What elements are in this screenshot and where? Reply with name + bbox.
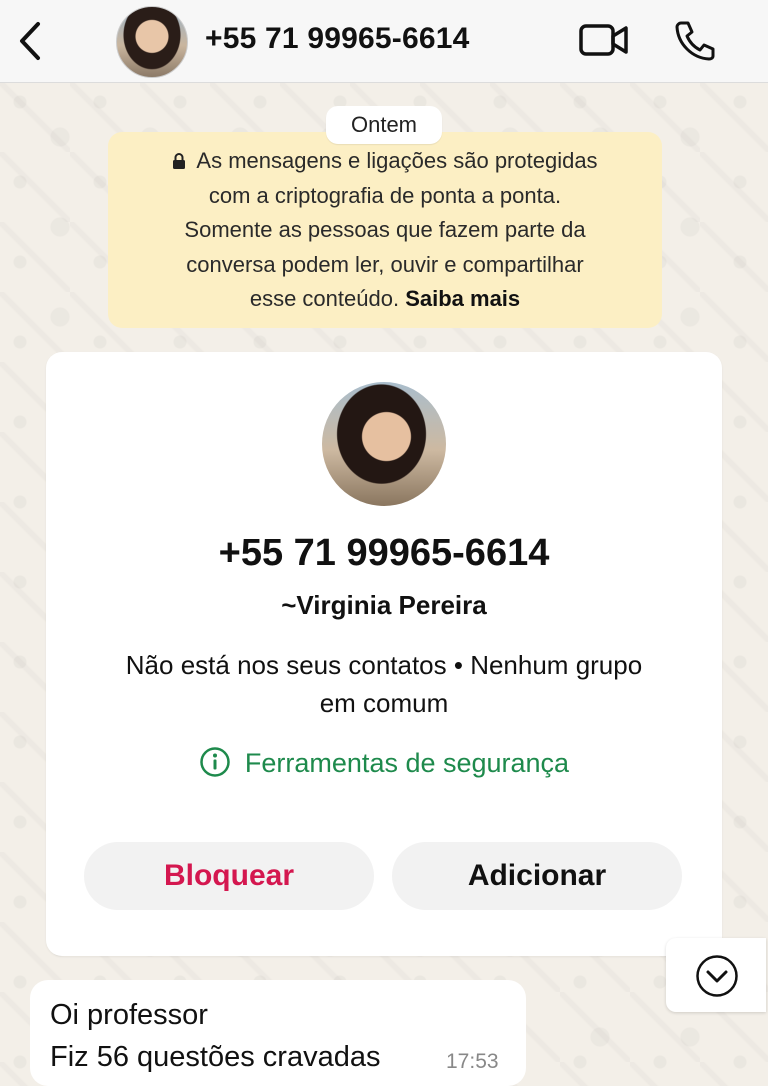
phone-icon (675, 21, 715, 61)
message-text-line-1: Oi professor (50, 999, 208, 1031)
chevron-down-circle-icon (696, 955, 738, 997)
contact-info-line-1: Não está nos seus contatos • Nenhum grup… (125, 650, 643, 680)
block-button[interactable]: Bloquear (84, 842, 374, 910)
encryption-line-4: conversa podem ler, ouvir e compartilhar (186, 251, 584, 277)
message-timestamp: 17:53 (446, 1050, 499, 1073)
contact-name: ~Virginia Pereira (281, 590, 487, 620)
contact-card: +55 71 99965-6614 ~Virginia Pereira Não … (46, 352, 722, 956)
info-icon (200, 747, 230, 777)
back-button[interactable] (12, 20, 48, 62)
safety-tools-label: Ferramentas de segurança (244, 748, 570, 778)
contact-title[interactable]: +55 71 99965-6614 (205, 22, 469, 56)
contact-phone: +55 71 99965-6614 (218, 532, 550, 574)
encryption-line-3: Somente as pessoas que fazem parte da (184, 217, 586, 242)
contact-info: Não está nos seus contatos • Nenhum grup… (76, 646, 692, 722)
encryption-line-5: esse conteúdo. Saiba mais (249, 286, 521, 311)
chevron-left-icon (20, 22, 40, 60)
incoming-message[interactable]: Oi professor Fiz 56 questões cravadas 17… (30, 980, 526, 1086)
encryption-line-2: com a criptografia de ponta a ponta. (208, 182, 562, 208)
contact-info-line-2: em comum (319, 688, 449, 718)
safety-tools-link[interactable]: Ferramentas de segurança (46, 746, 722, 779)
contact-avatar-large[interactable] (322, 382, 446, 506)
scroll-to-bottom-button[interactable] (666, 938, 766, 1012)
contact-avatar[interactable] (116, 6, 188, 78)
video-call-button[interactable] (578, 20, 630, 60)
voice-call-button[interactable] (672, 18, 718, 62)
date-chip: Ontem (326, 106, 442, 144)
encryption-line-1: As mensagens e ligações são protegidas (108, 144, 662, 179)
learn-more-link[interactable]: Saiba mais (405, 286, 520, 311)
encryption-notice[interactable]: As mensagens e ligações são protegidas c… (108, 132, 662, 328)
add-contact-button[interactable]: Adicionar (392, 842, 682, 910)
lock-icon (173, 153, 186, 169)
chat-header: +55 71 99965-6614 (0, 0, 768, 83)
video-camera-icon (579, 24, 628, 56)
